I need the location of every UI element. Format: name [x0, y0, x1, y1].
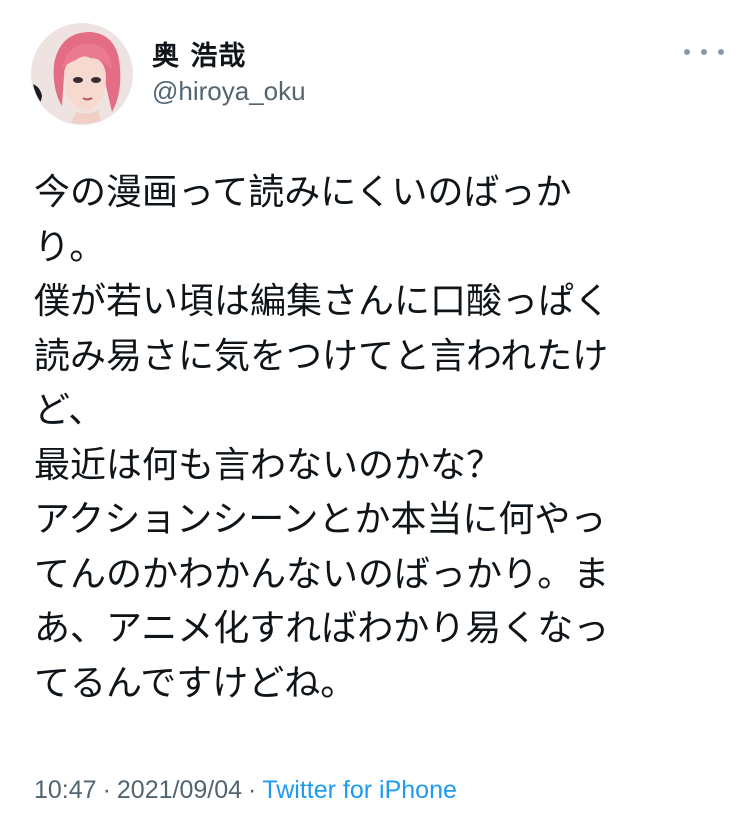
tweet-text-line: 今の漫画って読みにくいのばっか [34, 172, 572, 213]
more-horizontal-icon [684, 49, 690, 55]
meta-separator: · [102, 776, 111, 804]
more-horizontal-icon-dot [701, 49, 707, 55]
tweet-card: 奥 浩哉 @hiroya_oku 今の漫画って読みにくいのばっか り。 僕が若い… [0, 0, 750, 835]
tweet-text-line: てるんですけどね。 [34, 662, 357, 704]
tweet-source-link[interactable]: Twitter for iPhone [262, 776, 457, 804]
tweet-text-line: ど、 [34, 390, 105, 431]
tweet-text-line: アクションシーンとか本当に何やっ [34, 499, 607, 540]
tweet-text-line: り。 [34, 226, 106, 268]
avatar[interactable] [32, 24, 132, 124]
tweet-text: 今の漫画って読みにくいのばっか り。 僕が若い頃は編集さんに口酸っぱく 読み易さ… [34, 166, 724, 711]
author-handle[interactable]: @hiroya_oku [152, 76, 306, 107]
tweet-text-line: 僕が若い頃は編集さんに口酸っぱく [34, 281, 611, 322]
tweet-time[interactable]: 10:47 [34, 776, 97, 804]
tweet-text-line: 読み易さに気をつけてと言われたけ [34, 335, 609, 377]
author-display-name[interactable]: 奥 浩哉 [152, 34, 246, 73]
tweet-text-line: 最近は何も言わないのかな？ [34, 444, 503, 486]
more-horizontal-icon-dot [718, 49, 724, 55]
tweet-text-line: あ、アニメ化すればわかり易くなっ [34, 608, 610, 649]
tweet-meta: 10:47 · 2021/09/04 · Twitter for iPhone [34, 776, 457, 805]
tweet-text-line: てんのかわかんないのばっかり。ま [34, 553, 610, 595]
profile-avatar-icon [32, 24, 132, 124]
more-options-button[interactable] [684, 42, 724, 62]
tweet-date[interactable]: 2021/09/04 [117, 776, 242, 804]
meta-separator: · [248, 776, 257, 804]
